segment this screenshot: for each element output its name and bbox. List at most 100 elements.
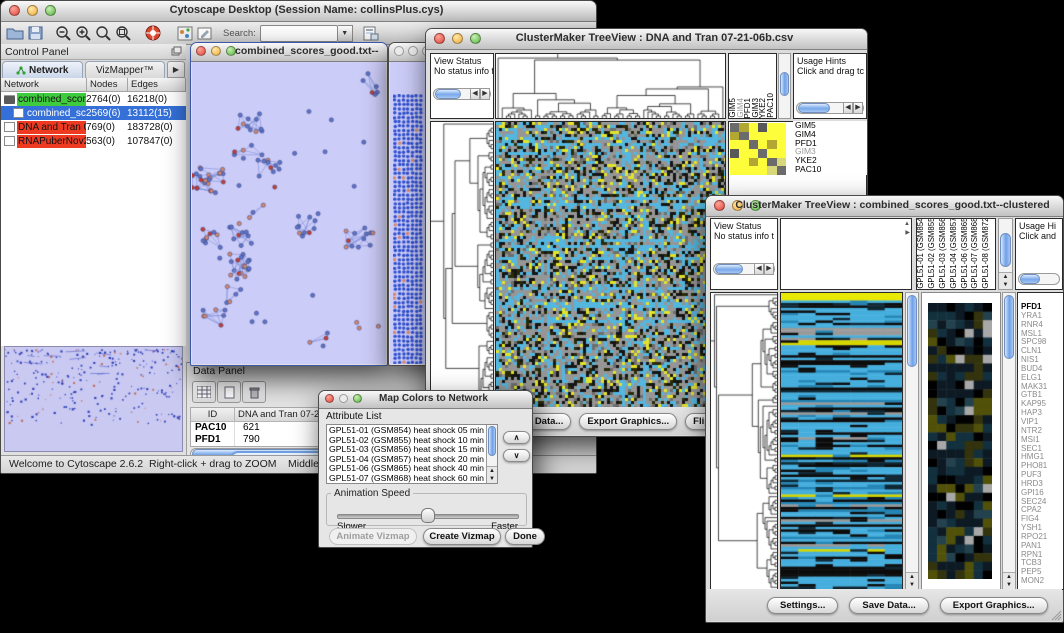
list-scroll-arrows[interactable]: ▲ ▼ [487,466,497,483]
column-label[interactable]: GPL51-08 (GSM872) [982,218,993,289]
save-icon[interactable] [25,24,45,42]
scroll-thumb[interactable] [1000,233,1011,267]
search-input[interactable] [260,25,338,42]
scroll-left-icon[interactable]: ◀ [470,88,480,100]
scroll-right-icon[interactable]: ▶ [905,229,910,236]
detail-vscrollbar[interactable]: ▲ ▼ [1002,292,1016,590]
animate-vizmap-button[interactable]: Animate Vizmap [329,528,417,545]
column-label[interactable]: GPL51-04 (GSM857) [950,218,961,289]
view-status-scrollbar[interactable]: ◀ ▶ [433,88,491,100]
list-vscrollbar[interactable]: ▲ ▼ [486,425,497,483]
resize-grip-icon[interactable] [1050,609,1062,621]
delete-attribute-icon[interactable] [242,381,266,403]
open-file-icon[interactable] [5,24,25,42]
scroll-up-icon[interactable]: ▲ [906,573,918,581]
scroll-down-icon[interactable]: ▼ [487,475,497,483]
scroll-arrows[interactable]: ▲ ▼ [1003,572,1015,589]
attribute-item[interactable]: GPL51-07 (GSM868) heat shock 60 min [327,474,497,484]
tab-overflow-icon[interactable]: ▶ [167,61,185,78]
scroll-thumb[interactable] [1004,295,1014,359]
detail-heatmap-canvas[interactable] [928,303,992,579]
column-dendrogram-panel[interactable] [495,53,726,119]
scroll-thumb[interactable] [1020,274,1040,284]
dialog-titlebar[interactable]: Map Colors to Network [319,391,532,409]
scroll-left-icon[interactable]: ◀ [754,263,764,275]
scroll-thumb[interactable] [488,426,496,456]
zoom-selected-icon[interactable] [113,24,133,42]
column-dendrogram-panel[interactable]: ▲ ▶ [780,218,912,290]
close-button[interactable] [714,200,725,211]
dense-network-canvas[interactable] [393,94,427,364]
scroll-thumb[interactable] [798,103,830,113]
search-dropdown-icon[interactable]: ▼ [338,25,353,42]
scroll-arrows[interactable]: ▲ ▼ [906,572,918,589]
tab-vizmapper[interactable]: VizMapper™ [85,61,166,78]
scroll-right-icon[interactable]: ▶ [853,102,863,114]
scroll-up-icon[interactable]: ▲ [999,273,1012,281]
new-attribute-icon[interactable] [217,381,241,403]
close-button[interactable] [394,46,404,56]
row-dendrogram-canvas[interactable] [431,122,493,409]
row-dendrogram-panel[interactable] [710,292,778,590]
speed-slider-thumb[interactable] [421,508,435,523]
scroll-up-icon[interactable]: ▲ [1003,573,1015,581]
matrix-row-label[interactable]: PAC10 [793,165,867,174]
row-dendrogram-canvas[interactable] [711,293,777,589]
scroll-down-icon[interactable]: ▼ [1003,581,1015,589]
annotation-icon[interactable] [195,24,215,42]
network-table-row[interactable]: combined_sco 2569(6) 13112(15) [1,106,186,120]
close-button[interactable] [325,394,334,403]
create-vizmap-button[interactable]: Create Vizmap [423,528,501,545]
move-down-button[interactable]: ∨ [503,449,530,462]
network-table-row[interactable]: combined_scores 2764(0) 16218(0) [1,92,186,106]
heatmap-strip-canvas[interactable] [781,293,902,589]
table-view-icon[interactable] [192,381,216,403]
scroll-down-icon[interactable]: ▼ [999,281,1012,289]
scroll-thumb[interactable] [780,72,789,96]
zoom-fit-icon[interactable] [93,24,113,42]
treeview1-vscrollbar[interactable] [778,53,791,119]
birdseye-canvas[interactable] [5,347,182,451]
attribute-listbox[interactable]: GPL51-01 (GSM854) heat shock 05 minGPL51… [326,424,498,484]
row-dendrogram-panel[interactable] [430,121,494,410]
network-table-row[interactable]: DNA and Tran 07 769(0) 183728(0) [1,120,186,134]
treeview1-titlebar[interactable]: ClusterMaker TreeView : DNA and Tran 07-… [426,29,867,50]
scroll-right-icon[interactable]: ▶ [764,263,774,275]
view-status-scrollbar[interactable]: ◀ ▶ [713,263,775,275]
scroll-right-icon[interactable]: ▶ [480,88,490,100]
treeview2-action-button[interactable]: Settings... [767,597,838,614]
scroll-thumb[interactable] [435,89,461,99]
column-dendrogram-canvas[interactable] [496,54,725,118]
scroll-thumb[interactable] [907,295,917,367]
treeview2-action-button[interactable]: Save Data... [849,597,928,614]
labels-vscrollbar[interactable]: ▲ ▼ [998,218,1013,290]
main-titlebar[interactable]: Cytoscape Desktop (Session Name: collins… [1,1,596,22]
correlation-matrix[interactable] [730,123,786,175]
float-panel-icon[interactable] [171,46,182,59]
heatmap-panel[interactable] [495,121,726,410]
vizmap-icon[interactable] [175,24,195,42]
zoom-in-icon[interactable] [73,24,93,42]
close-button[interactable] [196,46,206,56]
usage-hints-scrollbar[interactable]: ◀ ▶ [796,102,864,114]
move-up-button[interactable]: ∧ [503,431,530,444]
done-button[interactable]: Done [505,528,545,545]
column-label[interactable]: PAC10 [767,93,775,118]
minimize-button[interactable] [211,46,221,56]
close-button[interactable] [9,5,20,16]
scroll-arrows[interactable]: ▲ ▼ [999,272,1012,289]
gene-label[interactable]: MON2 [1018,577,1063,586]
scroll-thumb[interactable] [715,264,743,274]
treeview2-titlebar[interactable]: ClusterMaker TreeView : combined_scores_… [706,196,1063,217]
scroll-left-icon[interactable]: ◀ [843,102,853,114]
network-table-row[interactable]: RNAPuberNov2+ 563(0) 107847(0) [1,134,186,148]
detail-view-panel[interactable] [921,292,1001,590]
usage-hints-scrollbar[interactable] [1018,273,1060,285]
help-lifering-icon[interactable] [143,24,163,42]
network-canvas-area[interactable] [192,62,386,364]
heatmap-canvas[interactable] [496,122,725,409]
tab-network[interactable]: Network [2,61,83,78]
close-button[interactable] [434,33,445,44]
zoom-out-icon[interactable] [53,24,73,42]
strip-vscrollbar[interactable]: ▲ ▼ [905,292,919,590]
